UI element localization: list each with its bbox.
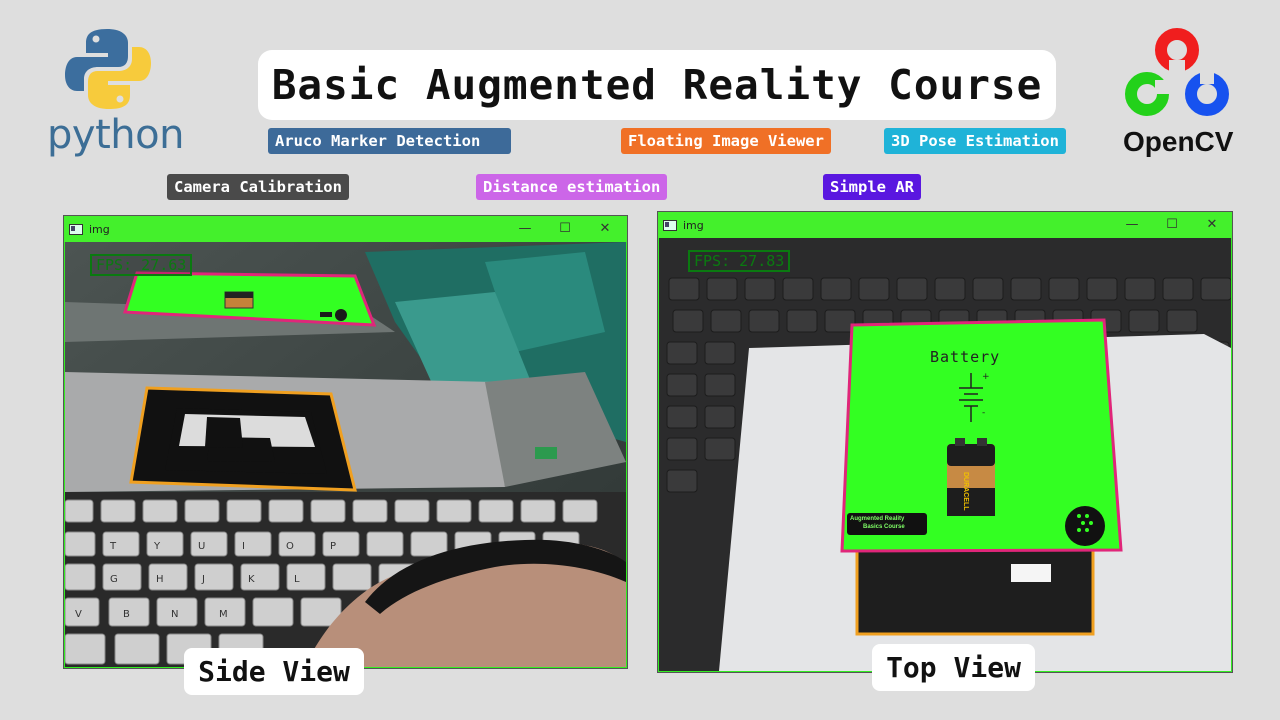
tag-camera-calibration: Camera Calibration [167, 174, 349, 200]
key-label-k: K [248, 574, 255, 585]
tag-3d-pose-estimation: 3D Pose Estimation [884, 128, 1066, 154]
close-button[interactable]: ✕ [1192, 212, 1232, 238]
maximize-button[interactable]: ☐ [545, 216, 585, 242]
key-label-m: M [219, 609, 228, 620]
battery-image [947, 438, 995, 516]
python-logo-icon [65, 29, 151, 109]
top-view-titlebar[interactable]: img — ☐ ✕ [658, 212, 1232, 238]
python-logo [62, 25, 154, 113]
minimize-button[interactable]: — [505, 216, 545, 242]
window-title: img [89, 222, 110, 236]
tag-aruco-marker-detection: Aruco Marker Detection [268, 128, 511, 154]
window-title: img [683, 218, 704, 232]
python-logo-text: python [47, 112, 184, 158]
course-title: Basic Augmented Reality Course [271, 61, 1043, 109]
opencv-logo-text: OpenCV [1123, 126, 1234, 157]
side-view-window: img — ☐ ✕ T Y U I O P G H J K L V B N M … [63, 215, 628, 669]
key-label-o: O [286, 541, 294, 552]
battery-brand-text: DURACELL [962, 472, 969, 511]
key-label-p: P [330, 541, 336, 552]
window-app-icon [663, 219, 677, 231]
opencv-logo-icon [1125, 28, 1229, 116]
side-view-titlebar[interactable]: img — ☐ ✕ [64, 216, 627, 242]
top-view-label: Top View [872, 644, 1035, 691]
tag-simple-ar: Simple AR [823, 174, 921, 200]
key-label-g: G [110, 574, 118, 585]
side-view-label: Side View [184, 648, 364, 695]
course-title-box: Basic Augmented Reality Course [258, 50, 1056, 120]
key-label-l: L [294, 574, 300, 585]
key-label-u: U [198, 541, 205, 552]
key-label-n: N [171, 609, 178, 620]
card-title: Battery [930, 348, 1001, 366]
battery-minus-sign: - [982, 408, 986, 418]
battery-plus-sign: + [982, 372, 990, 382]
top-view-fps-counter: FPS: 27.83 [688, 250, 791, 272]
side-view-camera-feed: T Y U I O P G H J K L V B N M [65, 242, 626, 667]
key-label-y: Y [153, 541, 161, 552]
key-label-b: B [123, 609, 130, 620]
minimize-button[interactable]: — [1112, 212, 1152, 238]
maximize-button[interactable]: ☐ [1152, 212, 1192, 238]
key-label-i: I [242, 541, 245, 552]
key-label-v: V [75, 609, 82, 620]
key-label-h: H [156, 574, 164, 585]
top-view-window: img — ☐ ✕ Battery + - DURACELL Augmented… [657, 211, 1233, 673]
course-badge-line1: Augmented Reality [850, 516, 905, 522]
top-view-camera-feed [659, 238, 1231, 671]
window-app-icon [69, 223, 83, 235]
close-button[interactable]: ✕ [585, 216, 625, 242]
tag-floating-image-viewer: Floating Image Viewer [621, 128, 831, 154]
tag-distance-estimation: Distance estimation [476, 174, 668, 200]
card-logo-icon [1065, 506, 1105, 546]
key-label-t: T [109, 541, 117, 552]
side-view-fps-counter: FPS: 27.63 [90, 254, 193, 276]
course-badge-line2: Basics Course [863, 524, 905, 530]
opencv-logo [1122, 26, 1232, 122]
key-label-j: J [201, 574, 205, 585]
